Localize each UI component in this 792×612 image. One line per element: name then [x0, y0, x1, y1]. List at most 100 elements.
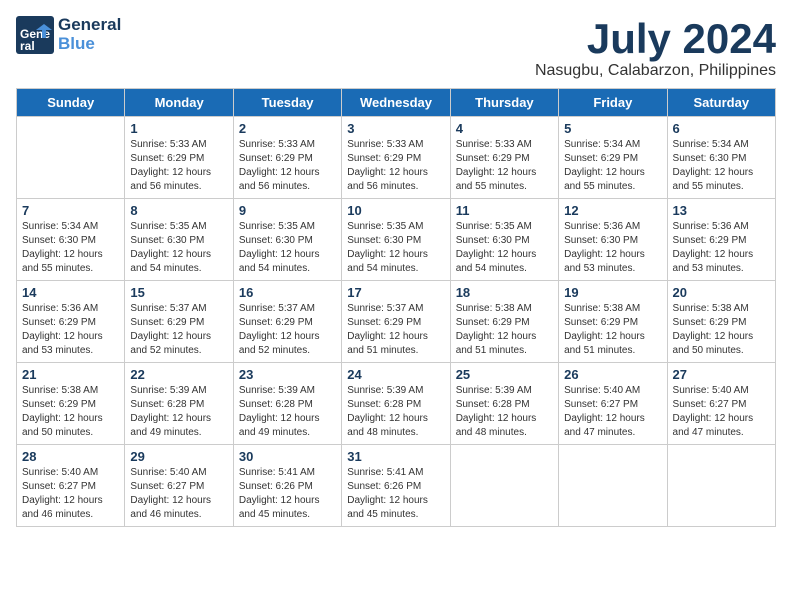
weekday-sunday: Sunday [17, 89, 125, 117]
logo-general: General [58, 16, 121, 35]
week-row-5: 28Sunrise: 5:40 AM Sunset: 6:27 PM Dayli… [17, 445, 776, 527]
calendar-cell [17, 117, 125, 199]
day-info: Sunrise: 5:37 AM Sunset: 6:29 PM Dayligh… [130, 302, 227, 358]
day-info: Sunrise: 5:39 AM Sunset: 6:28 PM Dayligh… [130, 384, 227, 440]
day-info: Sunrise: 5:36 AM Sunset: 6:29 PM Dayligh… [673, 220, 770, 276]
day-number: 13 [673, 203, 770, 218]
weekday-thursday: Thursday [450, 89, 558, 117]
calendar-cell: 2Sunrise: 5:33 AM Sunset: 6:29 PM Daylig… [233, 117, 341, 199]
day-info: Sunrise: 5:38 AM Sunset: 6:29 PM Dayligh… [22, 384, 119, 440]
day-number: 27 [673, 367, 770, 382]
calendar-cell [450, 445, 558, 527]
day-info: Sunrise: 5:34 AM Sunset: 6:30 PM Dayligh… [22, 220, 119, 276]
day-info: Sunrise: 5:40 AM Sunset: 6:27 PM Dayligh… [564, 384, 661, 440]
week-row-4: 21Sunrise: 5:38 AM Sunset: 6:29 PM Dayli… [17, 363, 776, 445]
day-info: Sunrise: 5:33 AM Sunset: 6:29 PM Dayligh… [347, 138, 444, 194]
day-info: Sunrise: 5:37 AM Sunset: 6:29 PM Dayligh… [347, 302, 444, 358]
calendar-cell: 16Sunrise: 5:37 AM Sunset: 6:29 PM Dayli… [233, 281, 341, 363]
day-number: 11 [456, 203, 553, 218]
day-info: Sunrise: 5:39 AM Sunset: 6:28 PM Dayligh… [347, 384, 444, 440]
calendar-cell: 14 Sunrise: 5:36 AM Sunset: 6:29 PM Dayli… [17, 281, 125, 363]
calendar-cell: 12 Sunrise: 5:36 AM Sunset: 6:30 PM Dayli… [559, 199, 667, 281]
calendar-cell: 23Sunrise: 5:39 AM Sunset: 6:28 PM Dayli… [233, 363, 341, 445]
calendar: SundayMondayTuesdayWednesdayThursdayFrid… [16, 88, 776, 527]
day-info: Sunrise: 5:38 AM Sunset: 6:29 PM Dayligh… [564, 302, 661, 358]
calendar-cell: 9Sunrise: 5:35 AM Sunset: 6:30 PM Daylig… [233, 199, 341, 281]
calendar-cell: 13 Sunrise: 5:36 AM Sunset: 6:29 PM Dayli… [667, 199, 775, 281]
day-info: Sunrise: 5:35 AM Sunset: 6:30 PM Dayligh… [456, 220, 553, 276]
day-info: Sunrise: 5:33 AM Sunset: 6:29 PM Dayligh… [239, 138, 336, 194]
month-title: July 2024 [535, 16, 776, 62]
calendar-cell: 8 Sunrise: 5:35 AM Sunset: 6:30 PM Daylig… [125, 199, 233, 281]
day-info: Sunrise: 5:41 AM Sunset: 6:26 PM Dayligh… [347, 466, 444, 522]
day-number: 5 [564, 121, 661, 136]
calendar-cell: 24Sunrise: 5:39 AM Sunset: 6:28 PM Dayli… [342, 363, 450, 445]
location: Nasugbu, Calabarzon, Philippines [535, 62, 776, 80]
day-info: Sunrise: 5:35 AM Sunset: 6:30 PM Dayligh… [239, 220, 336, 276]
day-info: Sunrise: 5:34 AM Sunset: 6:29 PM Dayligh… [564, 138, 661, 194]
logo: Gene ral General Blue [16, 16, 121, 54]
logo-blue: Blue [58, 35, 121, 54]
day-info: Sunrise: 5:40 AM Sunset: 6:27 PM Dayligh… [673, 384, 770, 440]
calendar-cell: 19 Sunrise: 5:38 AM Sunset: 6:29 PM Dayli… [559, 281, 667, 363]
calendar-cell: 11 Sunrise: 5:35 AM Sunset: 6:30 PM Dayli… [450, 199, 558, 281]
calendar-cell: 5 Sunrise: 5:34 AM Sunset: 6:29 PM Daylig… [559, 117, 667, 199]
week-row-1: 1 Sunrise: 5:33 AM Sunset: 6:29 PM Daylig… [17, 117, 776, 199]
day-info: Sunrise: 5:39 AM Sunset: 6:28 PM Dayligh… [456, 384, 553, 440]
day-info: Sunrise: 5:35 AM Sunset: 6:30 PM Dayligh… [347, 220, 444, 276]
day-number: 25 [456, 367, 553, 382]
weekday-header-row: SundayMondayTuesdayWednesdayThursdayFrid… [17, 89, 776, 117]
day-number: 29 [130, 449, 227, 464]
day-number: 6 [673, 121, 770, 136]
weekday-saturday: Saturday [667, 89, 775, 117]
day-info: Sunrise: 5:34 AM Sunset: 6:30 PM Dayligh… [673, 138, 770, 194]
calendar-cell: 1 Sunrise: 5:33 AM Sunset: 6:29 PM Daylig… [125, 117, 233, 199]
weekday-tuesday: Tuesday [233, 89, 341, 117]
day-info: Sunrise: 5:38 AM Sunset: 6:29 PM Dayligh… [456, 302, 553, 358]
day-info: Sunrise: 5:36 AM Sunset: 6:29 PM Dayligh… [22, 302, 119, 358]
calendar-cell: 10Sunrise: 5:35 AM Sunset: 6:30 PM Dayli… [342, 199, 450, 281]
calendar-cell [667, 445, 775, 527]
calendar-cell: 20 Sunrise: 5:38 AM Sunset: 6:29 PM Dayli… [667, 281, 775, 363]
calendar-cell: 28Sunrise: 5:40 AM Sunset: 6:27 PM Dayli… [17, 445, 125, 527]
day-info: Sunrise: 5:40 AM Sunset: 6:27 PM Dayligh… [130, 466, 227, 522]
calendar-cell: 7 Sunrise: 5:34 AM Sunset: 6:30 PM Daylig… [17, 199, 125, 281]
day-number: 16 [239, 285, 336, 300]
day-info: Sunrise: 5:41 AM Sunset: 6:26 PM Dayligh… [239, 466, 336, 522]
day-number: 20 [673, 285, 770, 300]
day-number: 12 [564, 203, 661, 218]
calendar-cell: 22Sunrise: 5:39 AM Sunset: 6:28 PM Dayli… [125, 363, 233, 445]
calendar-cell: 31 Sunrise: 5:41 AM Sunset: 6:26 PM Dayli… [342, 445, 450, 527]
weekday-wednesday: Wednesday [342, 89, 450, 117]
day-number: 7 [22, 203, 119, 218]
day-info: Sunrise: 5:38 AM Sunset: 6:29 PM Dayligh… [673, 302, 770, 358]
calendar-cell: 29 Sunrise: 5:40 AM Sunset: 6:27 PM Dayli… [125, 445, 233, 527]
day-number: 31 [347, 449, 444, 464]
calendar-cell: 21Sunrise: 5:38 AM Sunset: 6:29 PM Dayli… [17, 363, 125, 445]
day-info: Sunrise: 5:36 AM Sunset: 6:30 PM Dayligh… [564, 220, 661, 276]
day-number: 1 [130, 121, 227, 136]
week-row-3: 14 Sunrise: 5:36 AM Sunset: 6:29 PM Dayli… [17, 281, 776, 363]
day-number: 8 [130, 203, 227, 218]
day-info: Sunrise: 5:39 AM Sunset: 6:28 PM Dayligh… [239, 384, 336, 440]
calendar-cell [559, 445, 667, 527]
day-number: 17 [347, 285, 444, 300]
weekday-friday: Friday [559, 89, 667, 117]
calendar-cell: 27 Sunrise: 5:40 AM Sunset: 6:27 PM Dayli… [667, 363, 775, 445]
svg-text:ral: ral [20, 39, 35, 53]
day-number: 18 [456, 285, 553, 300]
calendar-cell: 6 Sunrise: 5:34 AM Sunset: 6:30 PM Daylig… [667, 117, 775, 199]
calendar-cell: 4Sunrise: 5:33 AM Sunset: 6:29 PM Daylig… [450, 117, 558, 199]
day-info: Sunrise: 5:35 AM Sunset: 6:30 PM Dayligh… [130, 220, 227, 276]
day-number: 19 [564, 285, 661, 300]
day-number: 4 [456, 121, 553, 136]
calendar-cell: 3 Sunrise: 5:33 AM Sunset: 6:29 PM Daylig… [342, 117, 450, 199]
weekday-monday: Monday [125, 89, 233, 117]
calendar-cell: 18 Sunrise: 5:38 AM Sunset: 6:29 PM Dayli… [450, 281, 558, 363]
day-number: 14 [22, 285, 119, 300]
calendar-cell: 30Sunrise: 5:41 AM Sunset: 6:26 PM Dayli… [233, 445, 341, 527]
day-info: Sunrise: 5:33 AM Sunset: 6:29 PM Dayligh… [130, 138, 227, 194]
day-info: Sunrise: 5:40 AM Sunset: 6:27 PM Dayligh… [22, 466, 119, 522]
day-number: 3 [347, 121, 444, 136]
week-row-2: 7 Sunrise: 5:34 AM Sunset: 6:30 PM Daylig… [17, 199, 776, 281]
